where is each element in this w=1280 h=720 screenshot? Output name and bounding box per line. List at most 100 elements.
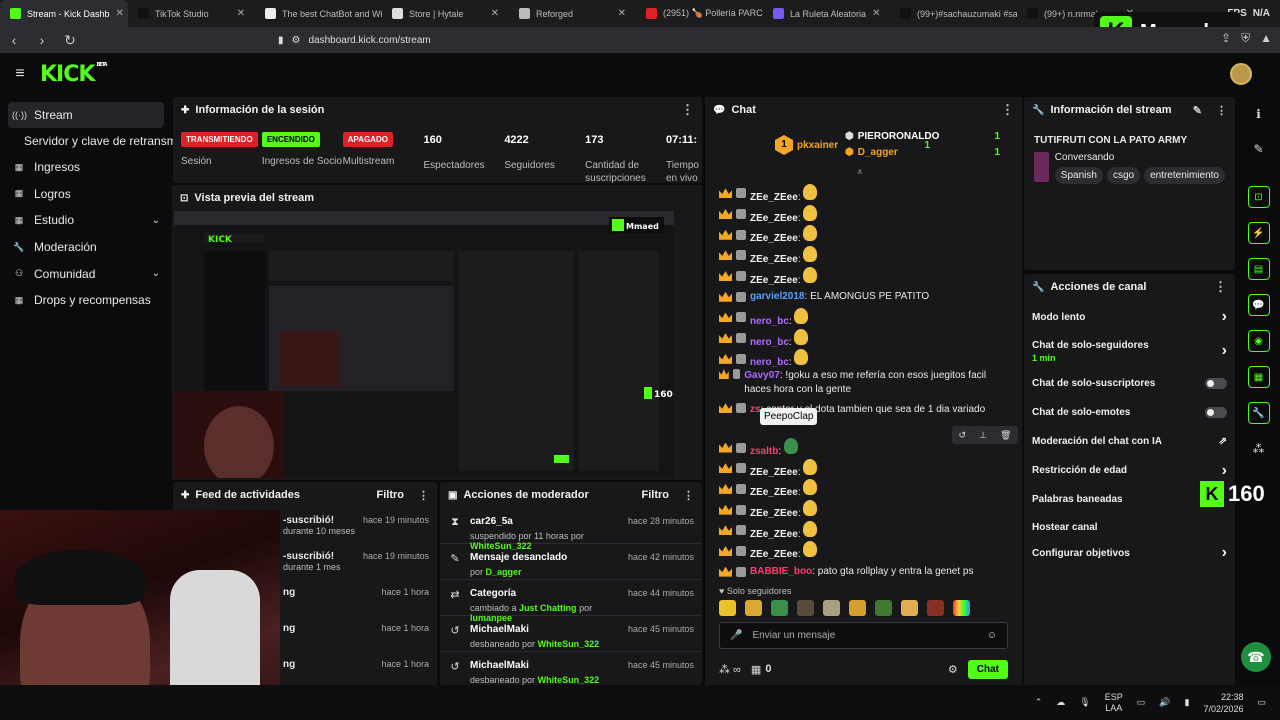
- bolt-icon[interactable]: ⚡: [1237, 215, 1280, 251]
- more-icon[interactable]: ⋮: [1001, 102, 1014, 118]
- mic-icon[interactable]: 🎤: [730, 630, 742, 641]
- sidebar-item-wrench[interactable]: 🔧 Moderación: [0, 234, 172, 261]
- battery-icon[interactable]: ▮: [1184, 697, 1189, 708]
- emote[interactable]: [745, 600, 762, 616]
- emote[interactable]: [803, 479, 818, 496]
- settings-icon[interactable]: ⚙: [948, 663, 958, 676]
- sidebar-item-income[interactable]: ▦ Ingresos: [0, 154, 172, 181]
- emote[interactable]: [901, 600, 918, 616]
- emote[interactable]: [794, 328, 809, 345]
- volume-icon[interactable]: 🔊: [1159, 697, 1170, 708]
- browser-tab[interactable]: (2951) 🍗 Pollería PARCHA✕: [636, 0, 763, 27]
- chat-message[interactable]: nero_bc:: [705, 349, 1022, 370]
- chat-message[interactable]: nero_bc:: [705, 328, 1022, 349]
- top-gifter[interactable]: ⬢ D_agger 1: [845, 147, 1000, 158]
- toggle-switch[interactable]: [1205, 377, 1227, 389]
- emote[interactable]: [794, 349, 809, 366]
- chat-message[interactable]: ZEe_ZEee:: [705, 479, 1022, 500]
- tag-chip[interactable]: csgo: [1106, 167, 1141, 184]
- emote[interactable]: [823, 600, 840, 616]
- chat-username[interactable]: BABBIE_boo: [750, 566, 812, 577]
- chat-username[interactable]: ZEe_ZEee: [750, 192, 798, 203]
- chat-username[interactable]: garviel2018: [750, 291, 805, 302]
- close-icon[interactable]: ✕: [618, 8, 626, 19]
- chevron-right-icon[interactable]: ›: [1222, 308, 1227, 326]
- chat-username[interactable]: ZEe_ZEee: [750, 529, 798, 540]
- channel-action-row[interactable]: Configurar objetivos ›: [1024, 540, 1235, 566]
- sidebar-item-community[interactable]: ⚇ Comunidad ⌄: [0, 260, 172, 287]
- emote[interactable]: [803, 541, 818, 558]
- emote[interactable]: [803, 458, 818, 475]
- reload-icon[interactable]: ↻: [56, 32, 84, 49]
- chevron-right-icon[interactable]: ›: [1222, 544, 1227, 562]
- chat-message[interactable]: BABBIE_boo: pato gta rollplay y entra la…: [705, 561, 1022, 582]
- tag-chip[interactable]: Spanish: [1054, 167, 1103, 184]
- back-icon[interactable]: ‹: [0, 32, 28, 48]
- sidebar-item-stream[interactable]: ((·)) Stream: [8, 102, 164, 128]
- avatar[interactable]: [1230, 63, 1252, 85]
- emote[interactable]: [803, 266, 818, 283]
- gift-icon[interactable]: ▦: [751, 663, 761, 676]
- browser-tab[interactable]: TikTok Studio ✕: [128, 0, 255, 27]
- close-icon[interactable]: ✕: [116, 8, 124, 19]
- chat-message[interactable]: Gavy07: !goku a eso me refería con esos …: [705, 369, 1022, 403]
- browser-tab[interactable]: Stream - Kick Dashb ✕: [0, 0, 128, 27]
- chat-bubble-icon[interactable]: 💬: [1237, 287, 1280, 323]
- emote[interactable]: [927, 600, 944, 616]
- browser-tab[interactable]: La Ruleta Aleatoria ✕: [763, 0, 890, 27]
- info-icon[interactable]: ℹ: [1237, 97, 1280, 131]
- chevron-right-icon[interactable]: ›: [1222, 462, 1227, 480]
- stream-preview-video[interactable]: KICK Mmaed 160: [174, 211, 674, 478]
- mod-user[interactable]: WhiteSun_322: [538, 639, 600, 649]
- chat-message[interactable]: ZEe_ZEee:: [705, 520, 1022, 541]
- chat-username[interactable]: nero_bc: [750, 337, 789, 348]
- extension-icon[interactable]: ⛨: [1241, 31, 1250, 46]
- filter-button[interactable]: Filtro: [642, 489, 670, 501]
- chat-username[interactable]: ZEe_ZEee: [750, 549, 798, 560]
- chat-send-button[interactable]: Chat: [967, 659, 1008, 679]
- url-field[interactable]: ▮ ⚙ dashboard.kick.com/stream: [270, 31, 990, 49]
- more-icon[interactable]: ⋮: [1214, 279, 1227, 295]
- chat-username[interactable]: Gavy07: [744, 370, 780, 381]
- emote[interactable]: [771, 600, 788, 616]
- channel-action-row[interactable]: Chat de solo-seguidores 1 min ›: [1024, 334, 1235, 368]
- browser-tab[interactable]: Reforged ✕: [509, 0, 636, 27]
- tag-chip[interactable]: entretenimiento: [1144, 167, 1225, 184]
- emote[interactable]: [719, 600, 736, 616]
- mod-user[interactable]: D_agger: [486, 567, 522, 577]
- chat-message[interactable]: ZEe_ZEee:: [705, 204, 1022, 225]
- chat-username[interactable]: ZEe_ZEee: [750, 254, 798, 265]
- emote[interactable]: [803, 225, 818, 242]
- mod-user[interactable]: lumanpee: [470, 613, 512, 623]
- chat-message[interactable]: ZEe_ZEee:: [705, 183, 1022, 204]
- kick-logo[interactable]: KICK BETA: [40, 62, 108, 87]
- more-icon[interactable]: ⋮: [1216, 104, 1227, 117]
- top-gifter[interactable]: ⬢ PIERORONALDO 1: [845, 131, 1000, 142]
- broadcast-icon[interactable]: ◉: [1237, 323, 1280, 359]
- language-indicator[interactable]: ESP LAA: [1105, 692, 1123, 714]
- emote[interactable]: [953, 600, 970, 616]
- emote[interactable]: [797, 600, 814, 616]
- chat-message[interactable]: ZEe_ZEee:: [705, 499, 1022, 520]
- bookmark-icon[interactable]: ▮: [278, 35, 284, 46]
- sidebar-item-drops[interactable]: ▦ Drops y recompensas: [0, 287, 172, 314]
- sidebar-item-studio[interactable]: ▦ Estudio ⌄: [0, 207, 172, 234]
- emote[interactable]: [803, 204, 818, 221]
- clock[interactable]: 22:38 7/02/2026: [1203, 691, 1243, 715]
- chat-username[interactable]: zsaltb: [750, 446, 778, 457]
- cloud-icon[interactable]: ☁: [1056, 697, 1065, 708]
- chat-message[interactable]: ZEe_ZEee:: [705, 458, 1022, 479]
- support-icon[interactable]: ☎: [1241, 642, 1271, 672]
- chat-username[interactable]: ZEe_ZEee: [750, 213, 798, 224]
- close-icon[interactable]: ✕: [872, 8, 880, 19]
- channel-action-row[interactable]: Chat de solo-suscriptores: [1024, 368, 1235, 398]
- network-icon[interactable]: ▭: [1137, 697, 1146, 708]
- calendar-icon[interactable]: ▦: [1237, 359, 1280, 395]
- more-icon[interactable]: ⋮: [683, 489, 694, 502]
- mic-icon[interactable]: 🎙: [1079, 697, 1090, 708]
- channel-action-row[interactable]: Hostear canal: [1024, 514, 1235, 540]
- mod-user[interactable]: Just Chatting: [519, 603, 577, 613]
- emote[interactable]: [849, 600, 866, 616]
- points-icon[interactable]: ⁂ ∞: [719, 663, 741, 676]
- pin-icon[interactable]: ⊥: [979, 430, 987, 441]
